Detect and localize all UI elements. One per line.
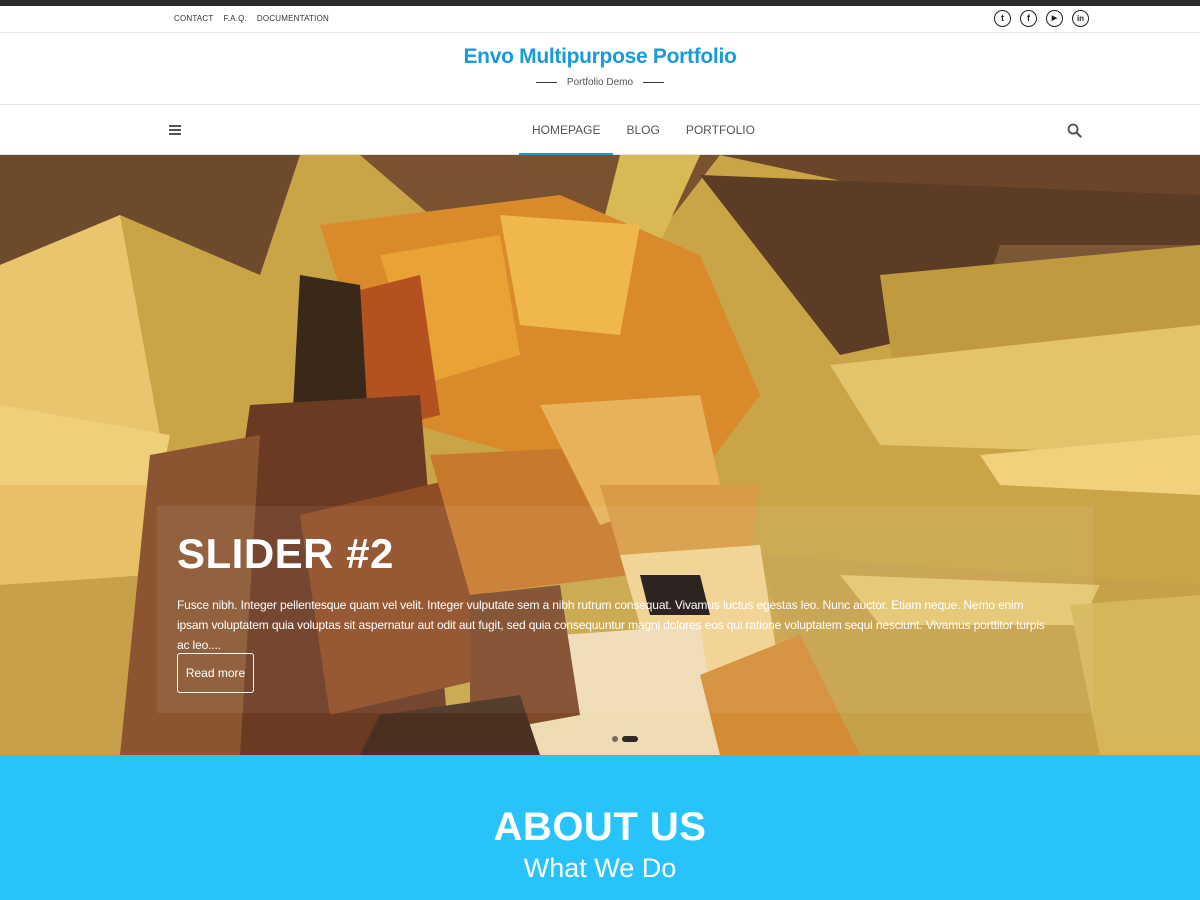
tagline-row: Portfolio Demo xyxy=(0,77,1200,88)
slide-text: Fusce nibh. Integer pellentesque quam ve… xyxy=(177,598,1045,652)
top-bar: CONTACT F.A.Q. DOCUMENTATION t f ▶ in xyxy=(0,6,1200,33)
nav-item-portfolio[interactable]: PORTFOLIO xyxy=(673,106,768,155)
search-icon[interactable] xyxy=(1067,123,1082,138)
top-menu-contact[interactable]: CONTACT xyxy=(174,14,213,23)
twitter-icon[interactable]: t xyxy=(994,10,1011,27)
top-menu: CONTACT F.A.Q. DOCUMENTATION xyxy=(174,14,329,23)
slider-pagination xyxy=(612,736,638,742)
linkedin-icon[interactable]: in xyxy=(1072,10,1089,27)
slide-caption: SLIDER #2 Fusce nibh. Integer pellentesq… xyxy=(157,506,1093,713)
about-subtitle: What We Do xyxy=(523,853,677,883)
tagline-divider-left xyxy=(535,82,557,83)
top-menu-documentation[interactable]: DOCUMENTATION xyxy=(257,14,329,23)
slider-dot-2[interactable] xyxy=(622,736,638,742)
about-title: ABOUT US xyxy=(493,805,707,849)
about-section: ABOUT US What We Do xyxy=(0,755,1200,900)
slider-dot-1[interactable] xyxy=(612,736,618,742)
main-navbar: HOMEPAGE BLOG PORTFOLIO xyxy=(0,106,1200,155)
site-branding: Envo Multipurpose Portfolio Portfolio De… xyxy=(0,33,1200,105)
tagline-divider-right xyxy=(643,82,665,83)
social-links: t f ▶ in xyxy=(994,10,1089,27)
nav-item-homepage[interactable]: HOMEPAGE xyxy=(519,106,614,155)
hamburger-menu-icon[interactable] xyxy=(169,125,181,135)
read-more-button[interactable]: Read more xyxy=(177,653,254,693)
nav-item-blog[interactable]: BLOG xyxy=(613,106,672,155)
youtube-icon[interactable]: ▶ xyxy=(1046,10,1063,27)
site-tagline: Portfolio Demo xyxy=(566,77,634,88)
top-menu-faq[interactable]: F.A.Q. xyxy=(223,14,246,23)
site-title[interactable]: Envo Multipurpose Portfolio xyxy=(0,45,1200,69)
facebook-icon[interactable]: f xyxy=(1020,10,1037,27)
main-menu: HOMEPAGE BLOG PORTFOLIO xyxy=(519,106,768,155)
hero-slider: SLIDER #2 Fusce nibh. Integer pellentesq… xyxy=(0,155,1200,755)
slide-title: SLIDER #2 xyxy=(177,530,394,577)
